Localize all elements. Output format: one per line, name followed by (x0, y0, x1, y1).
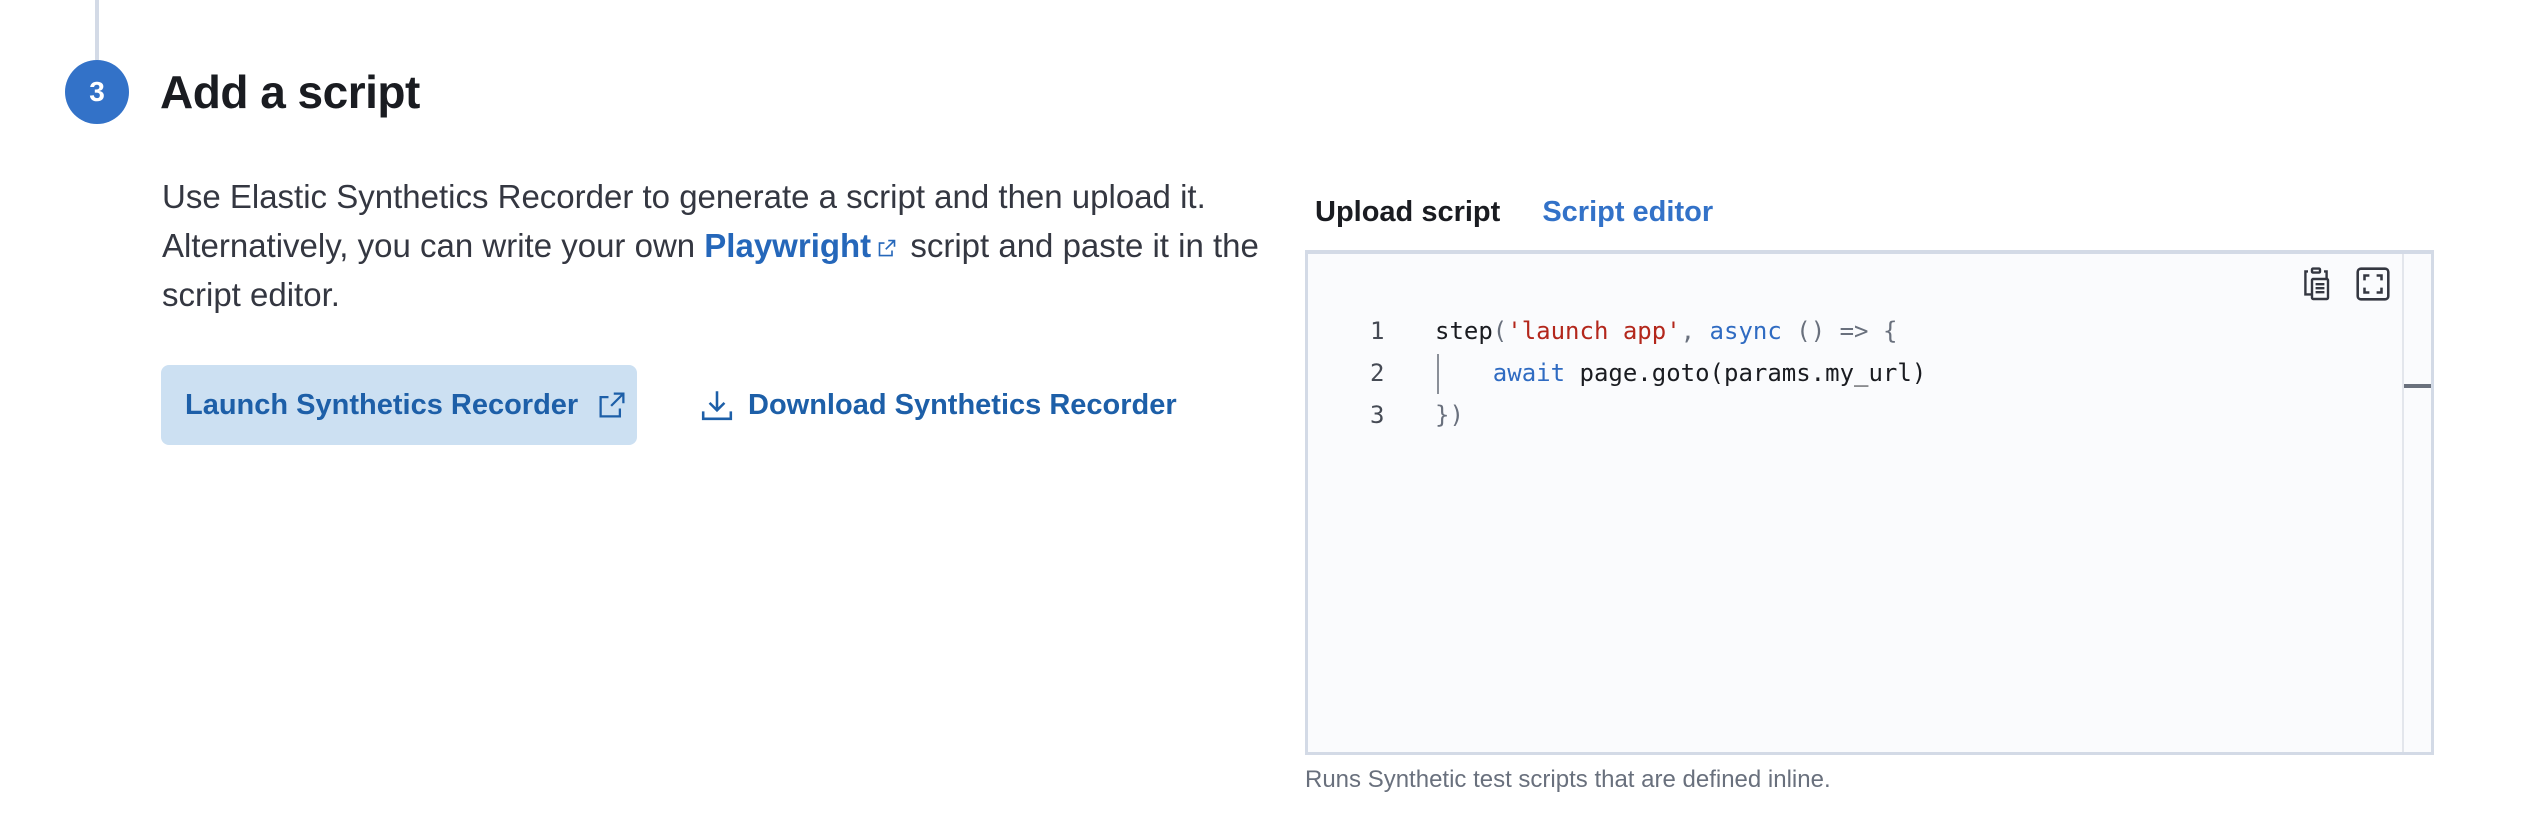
launch-recorder-button[interactable]: Launch Synthetics Recorder (161, 365, 637, 445)
code-token-punct: ( (1492, 317, 1508, 345)
step-description: Use Elastic Synthetics Recorder to gener… (162, 172, 1262, 319)
editor-scroll-thumb[interactable] (2404, 384, 2431, 388)
code-token-keyword: await (1492, 359, 1566, 387)
code-token-expression: page.goto(params.my_url) (1565, 359, 1927, 387)
download-recorder-label: Download Synthetics Recorder (748, 388, 1177, 421)
code-token-string: 'launch app' (1507, 317, 1681, 345)
code-content[interactable]: step('launch app', async () => { await p… (1435, 310, 1926, 436)
code-line: }) (1435, 401, 1464, 429)
step-number: 3 (89, 76, 105, 107)
tab-upload-script[interactable]: Upload script (1305, 184, 1510, 252)
editor-toolbar (2299, 266, 2391, 302)
code-token-punct: , (1680, 317, 1710, 345)
line-number-gutter: 1 2 3 (1308, 310, 1403, 436)
editor-scrollbar[interactable] (2402, 254, 2431, 752)
launch-recorder-label: Launch Synthetics Recorder (185, 388, 579, 421)
step-title: Add a script (160, 66, 420, 118)
code-token-punct: () => { (1781, 317, 1898, 345)
script-tabs: Upload script Script editor (1305, 184, 1745, 254)
playwright-link-label: Playwright (704, 227, 872, 264)
code-token-keyword: async (1709, 317, 1782, 345)
step-number-badge: 3 (65, 60, 129, 124)
fullscreen-button[interactable] (2355, 266, 2391, 302)
line-number: 1 (1370, 317, 1385, 345)
line-number: 3 (1370, 401, 1385, 429)
copy-button[interactable] (2299, 266, 2335, 302)
external-link-icon (599, 392, 625, 418)
tab-script-editor[interactable]: Script editor (1532, 184, 1723, 254)
indent-guide (1437, 354, 1439, 394)
line-number: 2 (1370, 359, 1385, 387)
external-link-icon (878, 239, 896, 257)
editor-helper-text: Runs Synthetic test scripts that are def… (1305, 766, 1831, 793)
script-code-editor[interactable]: 1 2 3 step('launch app', async () => { a… (1305, 250, 2434, 755)
code-line: step('launch app', async () => { (1435, 310, 1926, 352)
code-token-function: step (1435, 317, 1493, 345)
download-recorder-button[interactable]: Download Synthetics Recorder (700, 365, 1177, 445)
code-line: await page.goto(params.my_url) (1435, 352, 1926, 394)
download-icon (701, 391, 733, 421)
fullscreen-icon (2356, 267, 2390, 301)
playwright-link[interactable]: Playwright (704, 227, 901, 264)
clipboard-icon (2304, 267, 2330, 301)
stepper-connector-line (95, 0, 99, 60)
